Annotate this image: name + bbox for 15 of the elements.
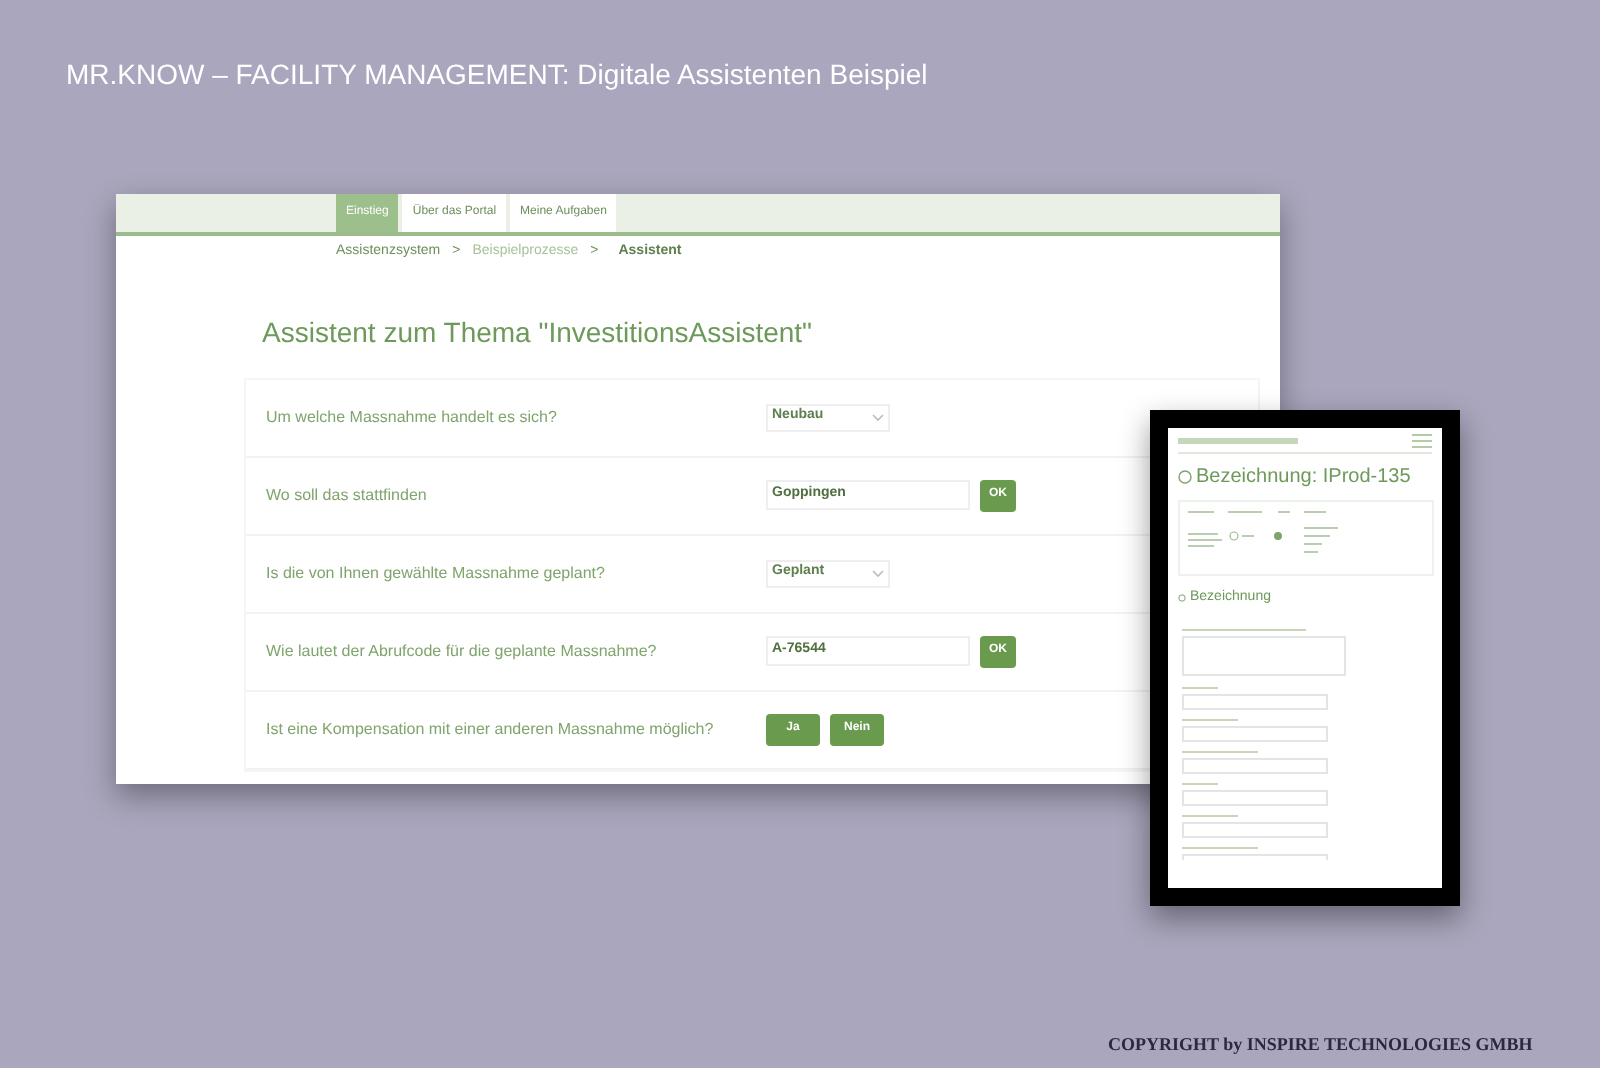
menu-icon[interactable] <box>1412 433 1432 447</box>
question-label: Wie lautet der Abrufcode für die geplante Massnahme? <box>266 639 659 663</box>
chevron-down-icon <box>872 413 884 421</box>
copyright-note: COPYRIGHT by INSPIRE TECHNOLOGIES GMBH <box>1108 1032 1533 1058</box>
question-label: Um welche Massnahme handelt es sich? <box>266 405 559 429</box>
question-label: Ist eine Kompensation mit einer anderen Massnahme möglich? <box>266 717 716 741</box>
question-label: Is die von Ihnen gewählte Massnahme geplant? <box>266 561 607 585</box>
chevron-down-icon <box>872 569 884 577</box>
slide-title: MR.KNOW – FACILITY MANAGEMENT: Digitale Assistenten Beispiel <box>66 56 928 94</box>
page-heading: Assistent zum Thema "InvestitionsAssistent" <box>260 313 815 351</box>
question-label: Wo soll das stattfinden <box>266 483 429 507</box>
top-bar-drawing <box>1178 437 1298 443</box>
circle-icon <box>1178 470 1192 484</box>
circle-icon <box>1178 594 1186 603</box>
record-title: Bezeichnung: IProd-135 <box>1196 464 1411 492</box>
